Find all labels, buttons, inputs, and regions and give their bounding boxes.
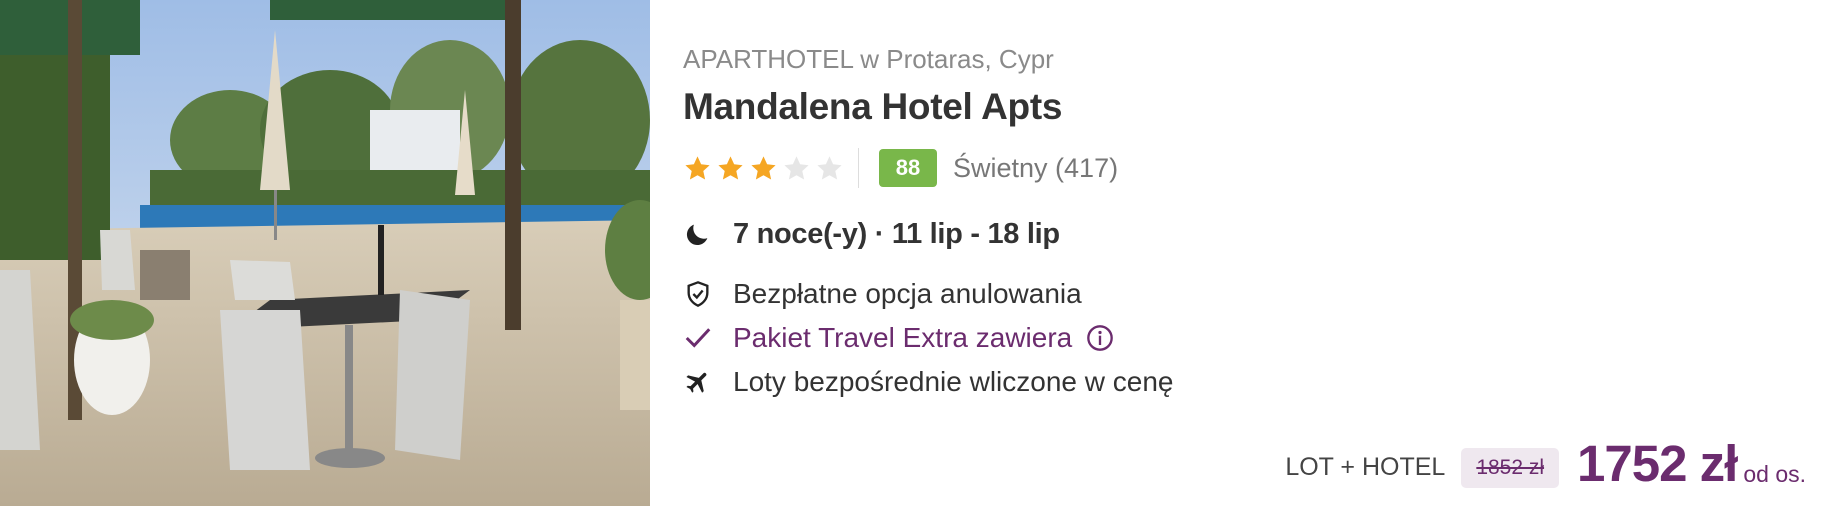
stay-dates-text: 7 noce(-y) · 11 lip - 18 lip bbox=[733, 217, 1060, 250]
hotel-category-location: APARTHOTEL w Protaras, Cypr bbox=[683, 44, 1054, 74]
feature-free-cancellation: Bezpłatne opcja anulowania bbox=[683, 274, 1082, 314]
airplane-icon bbox=[683, 367, 713, 397]
shield-check-icon bbox=[683, 279, 713, 309]
feature-text: Pakiet Travel Extra zawiera bbox=[733, 322, 1073, 353]
rating-row: 88 Świetny (417) bbox=[683, 148, 1118, 188]
package-type-label: LOT + HOTEL bbox=[1285, 453, 1446, 481]
hotel-photo[interactable] bbox=[0, 0, 650, 506]
feature-text: Loty bezpośrednie wliczone w cenę bbox=[733, 366, 1174, 397]
rating-divider bbox=[858, 148, 859, 188]
checkmark-icon bbox=[683, 323, 713, 353]
star-filled-icon bbox=[716, 154, 745, 183]
star-filled-icon bbox=[749, 154, 778, 183]
old-price: 1852 zł bbox=[1461, 448, 1560, 488]
star-empty-icon bbox=[782, 154, 811, 183]
feature-text: Bezpłatne opcja anulowania bbox=[733, 278, 1082, 309]
moon-icon bbox=[683, 219, 713, 249]
per-person-label: od os. bbox=[1743, 461, 1806, 487]
star-rating bbox=[683, 154, 844, 183]
price-row[interactable]: LOT + HOTEL 1852 zł 1752 zł od os. bbox=[1285, 436, 1806, 492]
review-score-badge: 88 bbox=[879, 149, 937, 187]
current-price: 1752 zł bbox=[1577, 435, 1738, 492]
review-score-text[interactable]: Świetny (417) bbox=[953, 153, 1118, 184]
hotel-name[interactable]: Mandalena Hotel Apts bbox=[683, 86, 1062, 128]
star-filled-icon bbox=[683, 154, 712, 183]
hotel-offer-card[interactable]: APARTHOTEL w Protaras, Cypr Mandalena Ho… bbox=[0, 0, 1826, 506]
star-empty-icon bbox=[815, 154, 844, 183]
hotel-info: APARTHOTEL w Protaras, Cypr Mandalena Ho… bbox=[683, 0, 1826, 506]
feature-travel-extra: Pakiet Travel Extra zawiera bbox=[683, 318, 1114, 358]
stay-dates: 7 noce(-y) · 11 lip - 18 lip bbox=[683, 214, 1060, 254]
info-icon[interactable] bbox=[1086, 324, 1114, 352]
feature-direct-flights: Loty bezpośrednie wliczone w cenę bbox=[683, 362, 1173, 402]
